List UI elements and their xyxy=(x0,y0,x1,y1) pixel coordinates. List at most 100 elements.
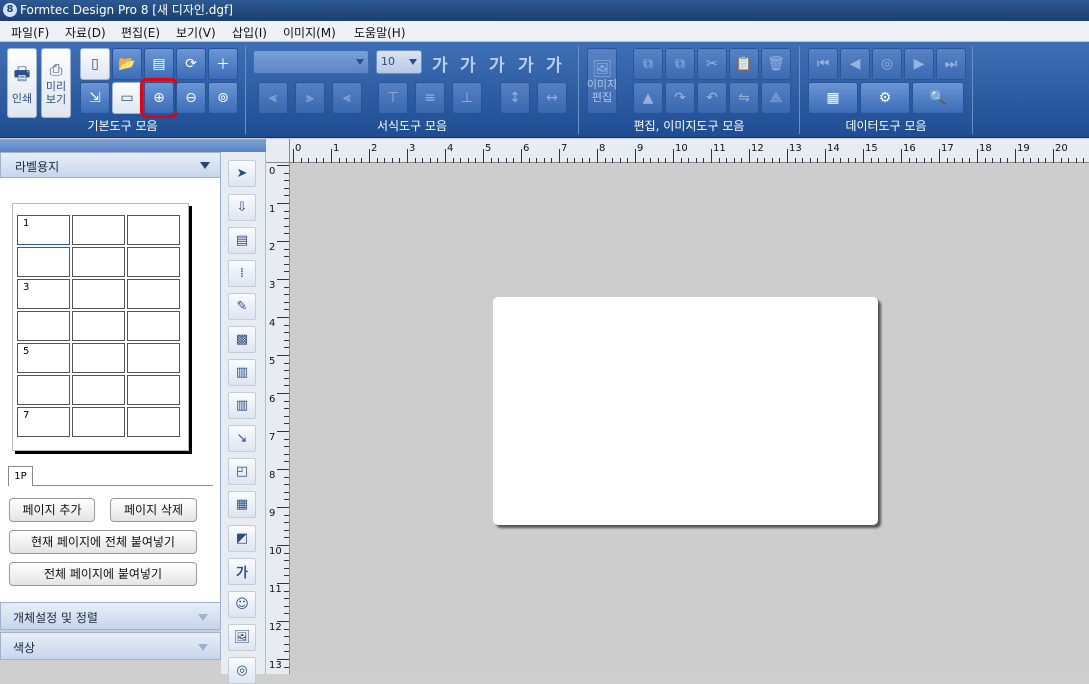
align-right-button[interactable]: ⫷ xyxy=(332,82,362,114)
paste-all-pages-button[interactable]: 전체 페이지에 붙여넣기 xyxy=(9,562,197,586)
label-design-card[interactable] xyxy=(493,297,878,525)
object-settings-section[interactable]: 개체설정 및 정렬 xyxy=(0,602,221,630)
duplicate-button[interactable]: ⧉ xyxy=(665,48,695,80)
clipart-tool-button[interactable]: ☺ xyxy=(228,591,256,618)
blank-button[interactable]: ▭ xyxy=(112,82,142,114)
data-next-button[interactable]: ▶ xyxy=(904,48,934,80)
color-section[interactable]: 색상 xyxy=(0,632,221,660)
label-cell[interactable]: 3 xyxy=(17,279,70,309)
cut-button[interactable]: ✂ xyxy=(697,48,727,80)
bring-front-button[interactable]: ▲ xyxy=(633,82,663,114)
label-cell[interactable] xyxy=(127,343,180,373)
shape-tool-button[interactable]: ◰ xyxy=(228,458,256,485)
qr-code-tool-button[interactable]: ▩ xyxy=(228,326,256,353)
text-box-tool-button[interactable]: ▤ xyxy=(228,227,256,254)
undo-button[interactable]: ↶ xyxy=(697,82,727,114)
label-cell[interactable] xyxy=(72,343,125,373)
panel-collapse-strip[interactable] xyxy=(0,139,221,152)
label-cell[interactable] xyxy=(17,311,70,341)
preview-button[interactable]: ⎙ 미리 보기 xyxy=(41,48,71,118)
label-cell[interactable] xyxy=(127,311,180,341)
label-cell[interactable] xyxy=(72,407,125,437)
export-button[interactable]: ⇲ xyxy=(80,82,110,114)
image-edit-button[interactable]: 🖼 이미지 편집 xyxy=(587,48,617,114)
label-cell[interactable] xyxy=(72,247,125,277)
flip-horizontal-button[interactable]: ⇋ xyxy=(729,82,759,114)
barcode-number-tool-button[interactable]: ▥ xyxy=(228,392,256,419)
vertical-text-tool-button[interactable]: ⁞ xyxy=(228,260,256,287)
refresh-button[interactable]: ⟳ xyxy=(176,48,206,80)
data-last-button[interactable]: ⏭ xyxy=(936,48,966,80)
menu-edit[interactable]: 편집(E) xyxy=(121,24,160,41)
paste-button[interactable]: 📋 xyxy=(729,48,759,80)
barcode-tool-button[interactable]: ▥ xyxy=(228,359,256,386)
align-left-button[interactable]: ⫷ xyxy=(258,82,288,114)
add-page-button[interactable]: ＋ xyxy=(208,48,238,80)
label-cell[interactable] xyxy=(72,311,125,341)
data-search-button[interactable]: ◎ xyxy=(872,48,902,80)
bold-text-icon[interactable]: 가 xyxy=(432,51,448,76)
font-family-select[interactable] xyxy=(253,50,369,74)
label-cell[interactable] xyxy=(127,279,180,309)
font-size-select[interactable]: 10 xyxy=(376,50,422,74)
copy-button[interactable]: ⧉ xyxy=(633,48,663,80)
label-cell[interactable] xyxy=(17,247,70,277)
add-page-panel-button[interactable]: 페이지 추가 xyxy=(9,498,95,522)
zoom-in-button[interactable]: ⊕ xyxy=(140,78,178,118)
align-middle-button[interactable]: ≡ xyxy=(415,82,445,114)
align-top-button[interactable]: ⊤ xyxy=(378,82,408,114)
redo-button[interactable]: ↷ xyxy=(665,82,695,114)
gradient-tool-button[interactable]: ◩ xyxy=(228,525,256,552)
char-spacing-button[interactable]: ↔ xyxy=(537,82,567,114)
data-prev-button[interactable]: ◀ xyxy=(840,48,870,80)
menu-data[interactable]: 자료(D) xyxy=(65,24,106,41)
italic-text-icon[interactable]: 가 xyxy=(460,51,476,76)
data-settings-button[interactable]: ⚙ xyxy=(860,82,910,114)
label-cell[interactable] xyxy=(127,407,180,437)
align-center-button[interactable]: ⫸ xyxy=(295,82,325,114)
page-tab-1[interactable]: 1P xyxy=(8,466,33,486)
word-art-tool-button[interactable]: 가 xyxy=(228,558,256,585)
label-cell[interactable] xyxy=(72,279,125,309)
menu-view[interactable]: 보기(V) xyxy=(176,24,216,41)
menu-insert[interactable]: 삽입(I) xyxy=(232,24,267,41)
label-cell[interactable] xyxy=(127,247,180,277)
data-first-button[interactable]: ⏮ xyxy=(808,48,838,80)
color-text-icon[interactable]: 가 xyxy=(546,51,562,76)
label-cell[interactable]: 1 xyxy=(17,215,70,245)
zoom-out-button[interactable]: ⊖ xyxy=(176,82,206,114)
line-tool-button[interactable]: ↘ xyxy=(228,425,256,452)
menu-image[interactable]: 이미지(M) xyxy=(283,24,336,41)
label-cell[interactable] xyxy=(17,375,70,405)
data-table-button[interactable]: ▦ xyxy=(808,82,858,114)
menu-help[interactable]: 도움말(H) xyxy=(354,24,406,41)
zoom-fit-button[interactable]: ⊚ xyxy=(208,82,238,114)
menu-file[interactable]: 파일(F) xyxy=(11,24,49,41)
align-bottom-button[interactable]: ⊥ xyxy=(452,82,482,114)
select-tool-button[interactable]: ➤ xyxy=(228,160,256,187)
label-cell[interactable]: 7 xyxy=(17,407,70,437)
new-file-button[interactable]: ▯ xyxy=(80,48,110,80)
line-spacing-button[interactable]: ↕ xyxy=(500,82,530,114)
object-toolbar-strip[interactable] xyxy=(221,139,266,152)
label-cell[interactable] xyxy=(127,215,180,245)
import-tool-button[interactable]: ⇩ xyxy=(228,194,256,221)
label-paper-header[interactable]: 라벨용지 xyxy=(0,152,221,178)
outline-text-icon[interactable]: 가 xyxy=(489,51,505,76)
paste-all-current-page-button[interactable]: 현재 페이지에 전체 붙여넣기 xyxy=(9,530,197,554)
open-file-button[interactable]: 📂 xyxy=(112,48,142,80)
label-cell[interactable] xyxy=(72,215,125,245)
table-tool-button[interactable]: ▦ xyxy=(228,491,256,518)
save-button[interactable]: ▤ xyxy=(144,48,174,80)
data-find-button[interactable]: 🔍 xyxy=(912,82,964,114)
disc-tool-button[interactable]: ◎ xyxy=(228,657,256,684)
shadow-text-icon[interactable]: 가 xyxy=(518,51,534,76)
text-effect-tool-button[interactable]: ✎ xyxy=(228,293,256,320)
image-tool-button[interactable]: 🖼 xyxy=(228,624,256,651)
label-cell[interactable] xyxy=(127,375,180,405)
delete-page-button[interactable]: 페이지 삭제 xyxy=(110,498,197,522)
label-cell[interactable] xyxy=(72,375,125,405)
flip-vertical-button[interactable]: ⟁ xyxy=(761,82,791,114)
label-cell[interactable]: 5 xyxy=(17,343,70,373)
print-button[interactable]: 🖶 인쇄 xyxy=(7,48,37,118)
